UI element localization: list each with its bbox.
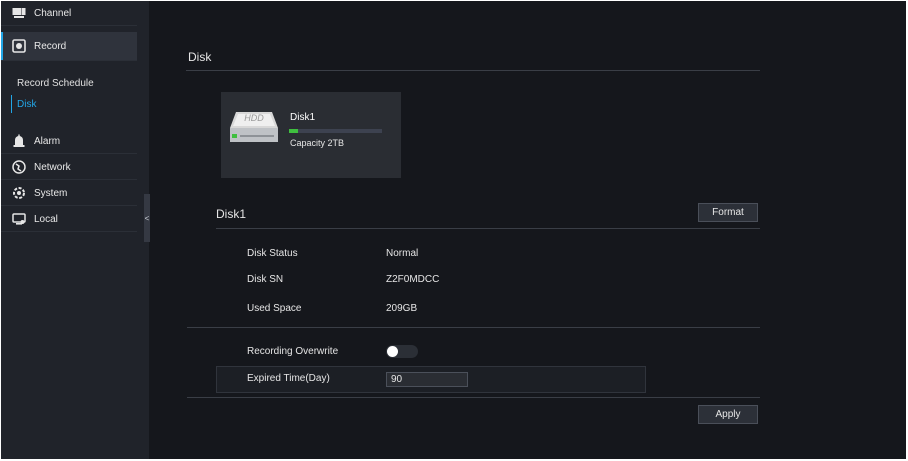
sidebar-item-record[interactable]: Record [1, 32, 137, 61]
title-divider [186, 70, 760, 71]
sidebar-subitem-disk[interactable]: Disk [1, 95, 137, 113]
disk-panel-title: Disk1 [216, 207, 247, 221]
page-title: Disk [188, 50, 212, 64]
apply-button[interactable]: Apply [698, 405, 758, 424]
disk-panel-divider [216, 228, 760, 229]
disk-status-label: Disk Status [247, 248, 298, 259]
footer-divider [187, 397, 760, 398]
local-icon [10, 210, 28, 228]
sidebar-item-alarm[interactable]: Alarm [1, 129, 137, 154]
sidebar-item-label: Local [34, 213, 58, 225]
disk-card[interactable]: HDD Disk1 Capacity 2TB [221, 92, 401, 178]
main-panel: Disk HDD Disk1 Capacity 2TB Disk1 Format… [150, 1, 906, 459]
sidebar-item-label: Record [34, 40, 67, 52]
sidebar-item-label: System [34, 187, 68, 199]
format-button[interactable]: Format [698, 203, 758, 222]
section-divider [187, 327, 760, 328]
alarm-icon [10, 132, 28, 150]
sidebar-item-system[interactable]: System [1, 181, 137, 206]
sidebar-item-network[interactable]: Network [1, 155, 137, 180]
disk-sn-value: Z2F0MDCC [386, 274, 440, 285]
used-space-value: 209GB [386, 303, 418, 314]
sidebar-item-channel[interactable]: Channel [1, 1, 137, 26]
channel-icon [10, 4, 28, 22]
app-window: Channel Record Record Schedule Disk Alar… [1, 1, 906, 459]
disk-usage-fill [289, 129, 299, 133]
hdd-badge: HDD [244, 113, 264, 123]
recording-overwrite-label: Recording Overwrite [247, 346, 339, 357]
sidebar-item-local[interactable]: Local [1, 207, 137, 232]
recording-overwrite-toggle[interactable] [386, 345, 418, 358]
chevron-left-icon: < [144, 213, 150, 223]
disk-sn-label: Disk SN [247, 274, 284, 285]
record-icon [10, 37, 28, 55]
network-icon [10, 158, 28, 176]
expired-time-label: Expired Time(Day) [247, 373, 330, 384]
system-icon [10, 184, 28, 202]
toggle-knob [387, 346, 398, 357]
expired-time-input[interactable] [386, 372, 468, 387]
disk-status-value: Normal [386, 248, 419, 259]
disk-card-capacity: Capacity 2TB [290, 138, 345, 148]
sidebar-item-label: Alarm [34, 135, 61, 147]
sidebar: Channel Record Record Schedule Disk Alar… [1, 1, 150, 459]
disk-usage-bar [289, 129, 382, 133]
disk-card-name: Disk1 [290, 112, 316, 123]
sidebar-item-label: Network [34, 161, 71, 173]
sidebar-subitem-label: Disk [17, 98, 37, 110]
used-space-label: Used Space [247, 303, 302, 314]
sidebar-subitem-label: Record Schedule [17, 77, 94, 89]
sidebar-subitem-record-schedule[interactable]: Record Schedule [1, 74, 137, 92]
sidebar-item-label: Channel [34, 7, 72, 19]
